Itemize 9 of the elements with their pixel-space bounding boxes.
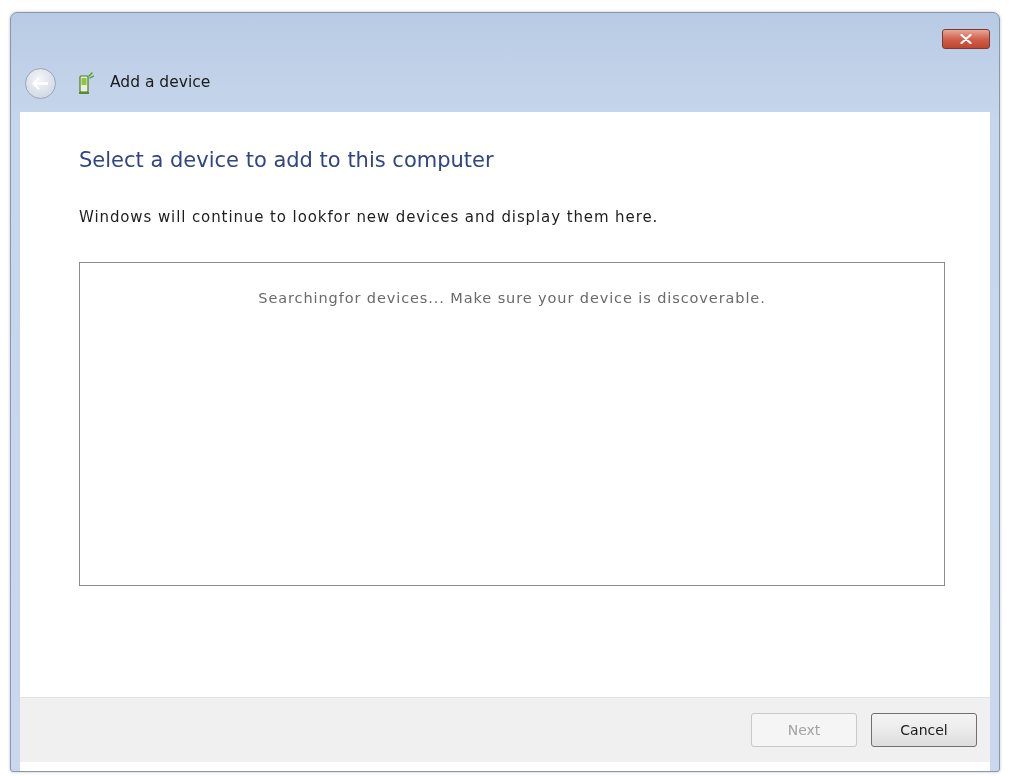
close-button[interactable] [942, 29, 990, 49]
device-icon [78, 71, 94, 95]
instruction-text: Windows will continue to lookfor new devices and display them here. [79, 208, 660, 228]
search-status-text: Searchingfor devices... Make sure your device is discoverable. [258, 288, 766, 308]
left-arrow-icon [32, 76, 49, 90]
dialog-button[interactable]: Cancel [871, 713, 977, 747]
close-icon [960, 34, 972, 44]
window-title: Add a device [110, 72, 211, 94]
page-heading: Select a device to add to this computer [79, 147, 495, 174]
